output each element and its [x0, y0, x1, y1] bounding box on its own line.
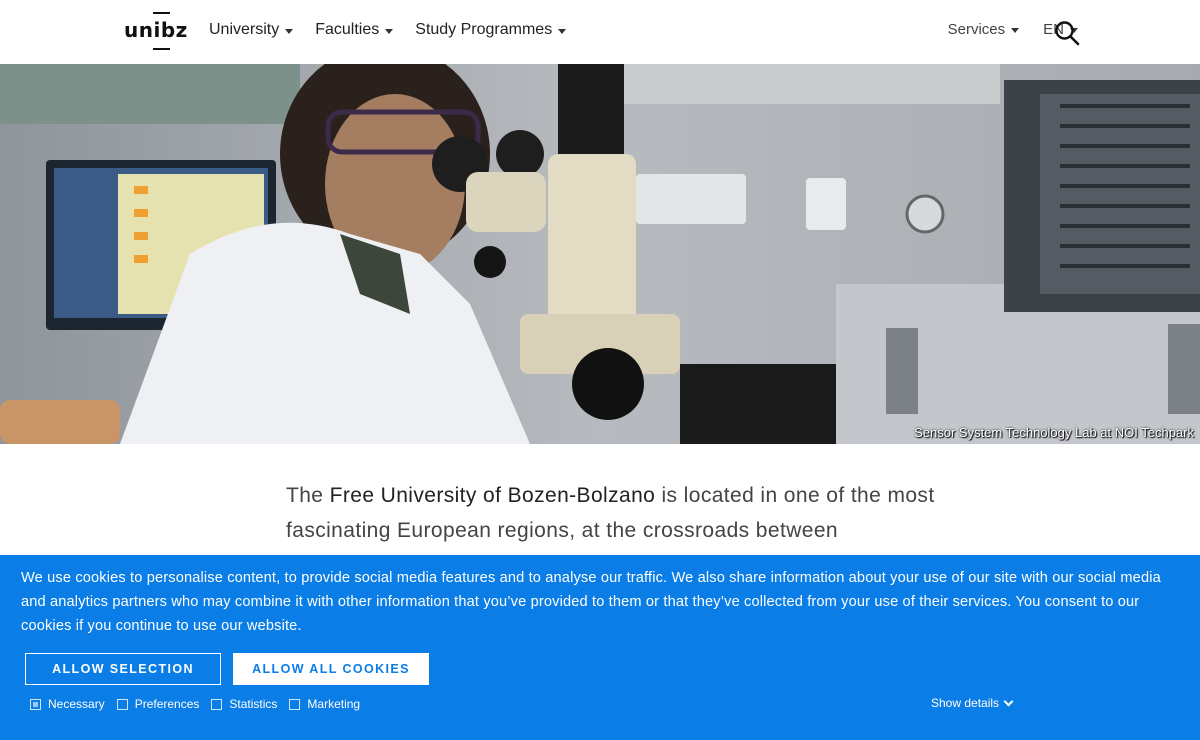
allow-all-cookies-button[interactable]: ALLOW ALL COOKIES	[233, 653, 429, 685]
caret-down-icon	[285, 28, 294, 34]
university-name: Free University of Bozen-Bolzano	[329, 484, 656, 507]
cookie-banner: We use cookies to personalise content, t…	[0, 555, 1200, 740]
hero-image: Sensor System Technology Lab at NOI Tech…	[0, 64, 1200, 444]
nav-study-programmes-label: Study Programmes	[415, 21, 553, 38]
unibz-logo[interactable]: unibz	[124, 12, 187, 52]
cookie-category-checkboxes: Necessary Preferences Statistics Marketi…	[30, 697, 360, 711]
caret-down-icon	[1011, 28, 1020, 33]
show-details-link[interactable]: Show details	[931, 696, 1014, 710]
nav-faculties[interactable]: Faculties	[315, 21, 394, 39]
checkbox-statistics-label: Statistics	[229, 697, 278, 711]
hero-caption: Sensor System Technology Lab at NOI Tech…	[914, 425, 1194, 440]
show-details-label: Show details	[931, 696, 1000, 710]
nav-services-label: Services	[947, 21, 1006, 38]
caret-down-icon	[385, 28, 394, 34]
caret-down-icon	[558, 28, 567, 34]
nav-faculties-label: Faculties	[315, 21, 380, 38]
checkbox-unchecked-icon[interactable]	[289, 698, 301, 710]
logo-bar-top	[153, 12, 170, 14]
intro-paragraph: The Free University of Bozen-Bolzano is …	[286, 478, 936, 548]
nav-university-label: University	[209, 21, 280, 38]
checkbox-checked-icon[interactable]	[30, 698, 41, 710]
checkbox-statistics[interactable]: Statistics	[211, 697, 277, 711]
checkbox-necessary[interactable]: Necessary	[30, 697, 105, 711]
chevron-down-icon	[1003, 696, 1014, 706]
allow-selection-button[interactable]: ALLOW SELECTION	[25, 653, 221, 685]
logo-bar-bottom	[153, 48, 170, 50]
nav-services[interactable]: Services	[948, 21, 1020, 38]
checkbox-preferences-label: Preferences	[134, 697, 200, 711]
checkbox-unchecked-icon[interactable]	[211, 698, 223, 710]
search-icon[interactable]	[1054, 20, 1080, 46]
checkbox-necessary-label: Necessary	[48, 697, 105, 711]
site-header: unibz University Faculties Study Program…	[0, 0, 1200, 64]
checkbox-unchecked-icon[interactable]	[116, 698, 128, 710]
main-navigation: University Faculties Study Programmes	[209, 21, 567, 39]
checkbox-marketing[interactable]: Marketing	[289, 697, 360, 711]
nav-university[interactable]: University	[209, 21, 294, 39]
lab-photo-illustration	[0, 64, 1200, 444]
checkbox-marketing-label: Marketing	[307, 697, 361, 711]
nav-study-programmes[interactable]: Study Programmes	[415, 21, 567, 39]
checkbox-preferences[interactable]: Preferences	[116, 697, 200, 711]
cookie-message: We use cookies to personalise content, t…	[21, 570, 1161, 634]
logo-text: unibz	[124, 18, 188, 42]
intro-prefix: The	[286, 484, 330, 507]
